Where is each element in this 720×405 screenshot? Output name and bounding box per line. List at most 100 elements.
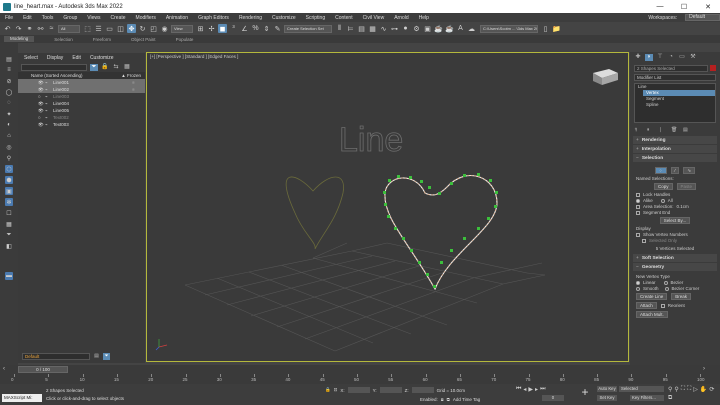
add-time-tag[interactable]: Add Time Tag xyxy=(453,397,480,402)
copy-button[interactable]: Copy xyxy=(653,183,673,190)
select-by-name-icon[interactable]: ☰ xyxy=(94,24,103,33)
alike-all-radio[interactable]: Alike All xyxy=(636,198,714,203)
geometry-rollout[interactable]: − Geometry xyxy=(633,263,717,271)
mirror-icon[interactable]: ⫴ xyxy=(335,24,344,33)
spinner-snap-icon[interactable]: ⇕ xyxy=(262,24,271,33)
named-selection-set-dropdown[interactable]: Create Selection Set xyxy=(284,24,332,33)
maxscript-listener[interactable]: MAXScript Mi: xyxy=(2,394,42,402)
ribbon-tab-selection[interactable]: Selection xyxy=(54,37,73,42)
explorer-search-input[interactable] xyxy=(21,63,87,71)
field-of-view-icon[interactable]: ▷ xyxy=(693,386,698,393)
undo-icon[interactable]: ↶ xyxy=(3,24,12,33)
snaps-toggle-icon[interactable]: ³ xyxy=(229,24,238,33)
time-slider-thumb[interactable]: 0 / 100 xyxy=(18,366,68,373)
rectangular-selection-icon[interactable]: ▭ xyxy=(105,24,114,33)
redo-icon[interactable]: ↷ xyxy=(14,24,23,33)
render-production-icon[interactable]: ☕ xyxy=(434,24,443,33)
segment-mode-icon[interactable]: ∕ xyxy=(670,167,680,174)
display-bone-icon[interactable]: ⬢ xyxy=(5,176,13,184)
menu-graph-editors[interactable]: Graph Editors xyxy=(193,15,234,21)
spline-mode-icon[interactable]: ∿ xyxy=(683,167,696,174)
soft-selection-rollout[interactable]: + Soft Selection xyxy=(633,254,717,262)
explorer-row[interactable]: 👁 ⌁ Line002 ❄ xyxy=(18,86,145,93)
interpolation-rollout[interactable]: + Interpolation xyxy=(633,145,717,153)
zoom-all-icon[interactable]: ⚲ xyxy=(674,386,678,393)
minimize-button[interactable]: — xyxy=(648,0,672,13)
set-key-icon[interactable]: + xyxy=(578,385,592,399)
menu-scripting[interactable]: Scripting xyxy=(301,15,330,21)
display-groups-icon[interactable]: ⚲ xyxy=(5,154,13,162)
menu-rendering[interactable]: Rendering xyxy=(234,15,267,21)
lock-selection-icon[interactable]: 🔒 xyxy=(325,387,331,393)
make-unique-icon[interactable]: ∣ xyxy=(659,127,665,133)
workspace-dropdown[interactable]: Default xyxy=(685,14,720,21)
ribbon-tab-object-paint[interactable]: Object Paint xyxy=(131,37,156,42)
go-to-end-icon[interactable]: ⏭ xyxy=(540,386,545,393)
display-cameras-icon[interactable]: ◐ xyxy=(5,121,13,129)
show-end-result-icon[interactable]: ⏸ xyxy=(647,127,653,133)
create-line-button[interactable]: Create Line xyxy=(636,293,668,300)
object-color-swatch[interactable] xyxy=(710,65,716,71)
smooth-radio[interactable] xyxy=(636,286,640,291)
keyboard-shortcut-override-icon[interactable]: ◼ xyxy=(218,24,227,33)
display-all-icon[interactable]: ▦ xyxy=(5,220,13,228)
area-value-spinner[interactable]: 0.1cm xyxy=(677,204,689,209)
rendered-frame-window-icon[interactable]: ▣ xyxy=(423,24,432,33)
remove-modifier-icon[interactable]: 🗑 xyxy=(671,127,677,133)
bind-space-warp-icon[interactable]: ≈ xyxy=(47,24,56,33)
sort-icon[interactable]: ≡ xyxy=(5,66,13,74)
auto-key-button[interactable]: Auto Key xyxy=(597,386,617,392)
display-objectxrefs-icon[interactable]: ⬡ xyxy=(5,165,13,173)
next-frame-icon[interactable]: ▸ xyxy=(535,386,538,393)
schematic-view-icon[interactable]: ⊶ xyxy=(390,24,399,33)
angle-snap-icon[interactable]: ∠ xyxy=(240,24,249,33)
explorer-row[interactable]: 👁 ⌁ Line005 xyxy=(18,107,145,114)
window-crossing-icon[interactable]: ◫ xyxy=(116,24,125,33)
visibility-eye-icon[interactable]: 👁 xyxy=(38,80,44,86)
menu-views[interactable]: Views xyxy=(82,15,105,21)
display-shapes-icon[interactable]: ◌ xyxy=(5,99,13,107)
attach-button[interactable]: Attach xyxy=(636,302,657,309)
selection-rollout[interactable]: − Selection xyxy=(633,154,717,162)
render-iterative-icon[interactable]: ☕ xyxy=(445,24,454,33)
modify-tab-icon[interactable]: ◗ xyxy=(645,53,653,61)
time-tag-icon[interactable]: ⧉ xyxy=(447,397,450,402)
menu-modifiers[interactable]: Modifiers xyxy=(131,15,161,21)
ribbon-tab-freeform[interactable]: Freeform xyxy=(93,37,111,42)
menu-content[interactable]: Content xyxy=(330,15,358,21)
visibility-eye-icon[interactable]: 👁 xyxy=(38,122,44,128)
viewport-label[interactable]: [+] [Perspective ] [Standard ] [Edged Fa… xyxy=(150,54,238,59)
select-manipulate-icon[interactable]: ✢ xyxy=(207,24,216,33)
object-name-field[interactable]: 2 Shapes Selected xyxy=(634,64,708,72)
play-icon[interactable]: ▶ xyxy=(528,386,533,393)
display-hidden-icon[interactable]: ☐ xyxy=(5,209,13,217)
pin-stack-icon[interactable]: ⫯ xyxy=(635,127,641,133)
modifier-list-dropdown[interactable]: Modifier List xyxy=(634,74,716,81)
utilities-tab-icon[interactable]: ⚒ xyxy=(689,54,697,61)
select-move-icon[interactable]: ✥ xyxy=(127,24,136,33)
adaptive-degradation-icon[interactable]: ⧈ xyxy=(441,397,444,402)
curve-editor-icon[interactable]: ∿ xyxy=(379,24,388,33)
toggle-icon[interactable]: ◧ xyxy=(5,242,13,250)
reorient-checkbox[interactable]: Reorient xyxy=(660,303,685,308)
go-to-start-icon[interactable]: ⏮ xyxy=(516,386,521,393)
scene-explorer-icon[interactable]: ▦ xyxy=(368,24,377,33)
header-frozen[interactable]: ▲ Frozen xyxy=(121,73,141,78)
menu-civil-view[interactable]: Civil View xyxy=(358,15,390,21)
render-setup-icon[interactable]: ⚙ xyxy=(412,24,421,33)
explorer-row[interactable]: 👁 ⌁ Text003 xyxy=(18,121,145,128)
menu-group[interactable]: Group xyxy=(58,15,82,21)
reference-coordinate-dropdown[interactable]: View xyxy=(171,24,193,33)
set-key-button[interactable]: Set Key xyxy=(597,395,617,401)
select-rotate-icon[interactable]: ↻ xyxy=(138,24,147,33)
frozen-icon[interactable]: ❄ xyxy=(132,87,135,92)
pin-icon[interactable]: ▬ xyxy=(5,272,13,280)
maximize-viewport-icon[interactable]: ⧉ xyxy=(668,395,672,402)
display-frozen-icon[interactable]: ✻ xyxy=(5,198,13,206)
perspective-viewport[interactable]: Line [+] [Perspective ] [Standard ] [Edg… xyxy=(146,52,629,362)
visibility-eye-icon[interactable]: ○ xyxy=(38,94,43,99)
absolute-mode-icon[interactable]: ⊡ xyxy=(334,387,338,393)
y-field[interactable] xyxy=(379,387,402,393)
edit-named-selection-icon[interactable]: ✎ xyxy=(273,24,282,33)
unlink-icon[interactable]: ⚯ xyxy=(36,24,45,33)
